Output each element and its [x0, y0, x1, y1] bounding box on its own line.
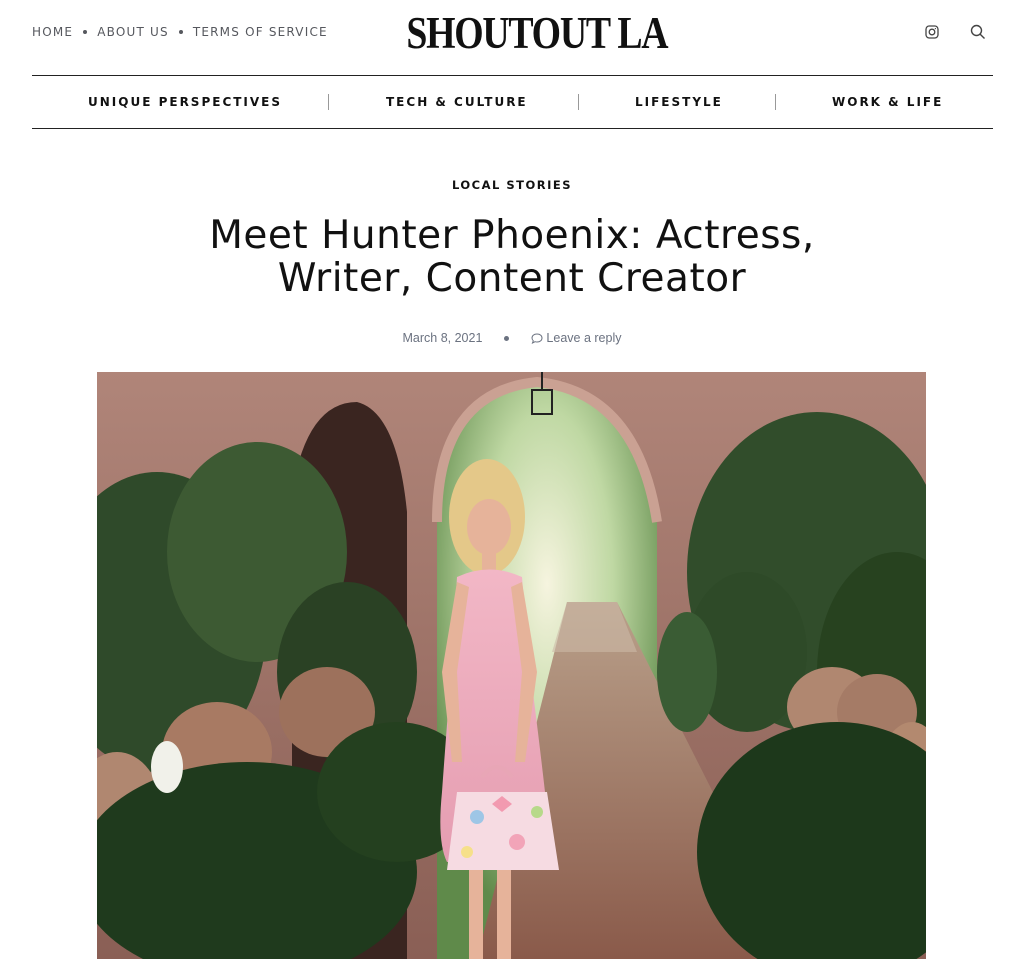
nav-divider [328, 94, 329, 110]
terms-of-service-link[interactable]: TERMS OF SERVICE [193, 25, 328, 39]
search-icon[interactable] [968, 22, 988, 42]
comment-icon [531, 332, 543, 344]
nav-tech-culture[interactable]: TECH & CULTURE [386, 76, 528, 128]
nav-lifestyle[interactable]: LIFESTYLE [635, 76, 723, 128]
nav-divider [578, 94, 579, 110]
nav-work-life[interactable]: WORK & LIFE [832, 76, 943, 128]
meta-separator [504, 335, 510, 341]
article-title-line-1: Meet Hunter Phoenix: Actress, [209, 213, 815, 258]
about-us-link[interactable]: ABOUT US [97, 25, 169, 39]
site-logo[interactable]: SHOUTOUT LA [406, 9, 668, 57]
leave-reply-label: Leave a reply [546, 331, 622, 345]
main-nav: UNIQUE PERSPECTIVES TECH & CULTURE LIFES… [32, 75, 993, 129]
separator-dot [83, 30, 88, 34]
header-icons [922, 22, 988, 42]
leave-reply-link[interactable]: Leave a reply [531, 331, 621, 345]
article-title-line-2: Writer, Content Creator [277, 256, 747, 301]
article-title: Meet Hunter Phoenix: Actress, Writer, Co… [150, 214, 874, 300]
nav-divider [775, 94, 776, 110]
top-bar: HOME ABOUT US TERMS OF SERVICE SHOUTOUT … [0, 0, 1024, 66]
featured-image [97, 372, 926, 959]
instagram-icon[interactable] [922, 22, 942, 42]
separator-dot [178, 30, 183, 34]
nav-unique-perspectives[interactable]: UNIQUE PERSPECTIVES [88, 76, 282, 128]
article-date[interactable]: March 8, 2021 [403, 331, 483, 345]
home-link[interactable]: HOME [32, 25, 73, 39]
secondary-nav: HOME ABOUT US TERMS OF SERVICE [32, 25, 328, 39]
article-category[interactable]: LOCAL STORIES [0, 178, 1024, 192]
article-meta: March 8, 2021 Leave a reply [0, 331, 1024, 345]
